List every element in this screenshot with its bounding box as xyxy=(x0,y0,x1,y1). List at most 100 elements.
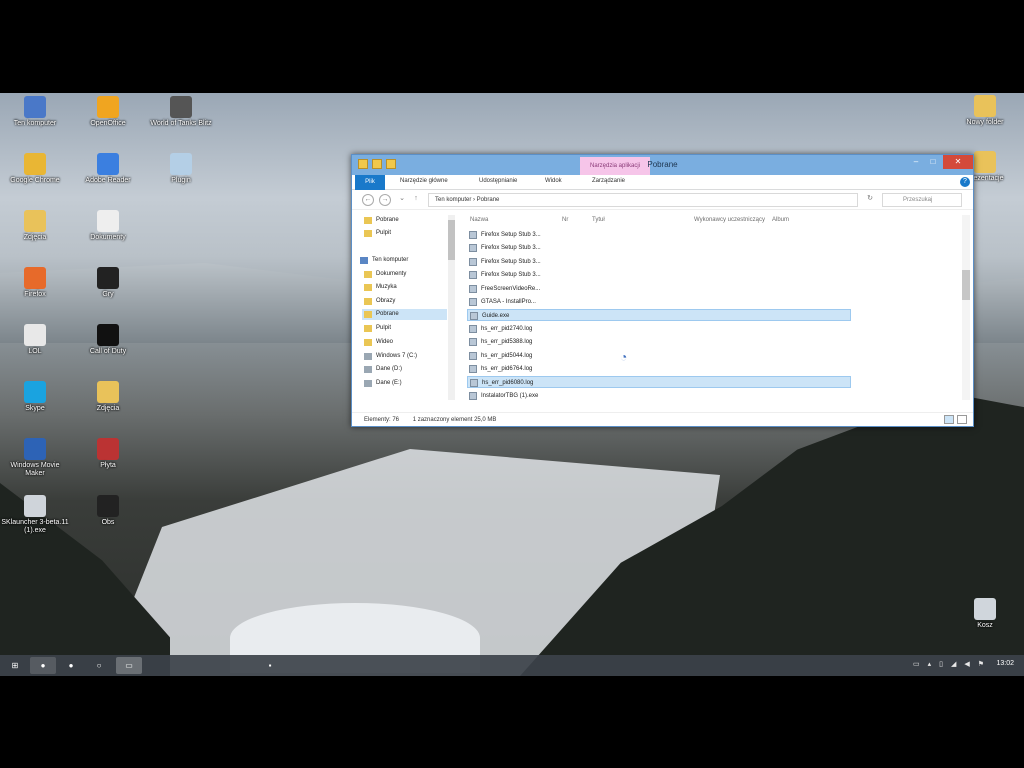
file-row[interactable]: Firefox Setup Stub 3... xyxy=(467,242,557,254)
desktop-shortcut[interactable]: Dokumenty xyxy=(73,210,143,242)
explorer-icon[interactable]: ▭ xyxy=(116,657,142,674)
nav-item[interactable]: Dane (E:) xyxy=(362,378,402,389)
refresh-icon[interactable]: ↻ xyxy=(864,194,876,206)
file-icon xyxy=(469,271,477,280)
nav-item[interactable]: Pobrane xyxy=(362,309,447,320)
show-hidden-icon[interactable]: ▴ xyxy=(928,660,932,668)
clock[interactable]: 13:02 xyxy=(996,660,1014,667)
file-icon xyxy=(470,379,478,388)
desktop-shortcut[interactable]: Zdjęcia xyxy=(73,381,143,413)
tab-view[interactable]: Widok xyxy=(545,178,562,184)
file-row[interactable]: hs_err_pid6080.log xyxy=(467,376,851,389)
network-icon[interactable]: ◢ xyxy=(951,660,956,668)
desktop-shortcut[interactable]: Kosz xyxy=(950,598,1020,630)
column-header-name[interactable]: Nazwa xyxy=(470,217,488,223)
nav-item-label: Windows 7 (C:) xyxy=(376,353,418,359)
desktop-shortcut[interactable]: Płyta xyxy=(73,438,143,470)
volume-icon[interactable]: ◀ xyxy=(964,660,969,668)
keyboard-icon[interactable]: ▭ xyxy=(913,660,920,668)
search-input[interactable]: Przeszukaj xyxy=(882,193,962,207)
flag-icon[interactable]: ⚑ xyxy=(978,660,984,668)
column-header-artists[interactable]: Wykonawcy uczestniczący xyxy=(694,217,765,223)
explorer-window[interactable]: Narzędzia aplikacji Pobrane – □ ✕ Plik N… xyxy=(351,154,974,427)
nav-item-label: Ten komputer xyxy=(372,257,409,263)
file-row[interactable]: FreeScreenVideoRe... xyxy=(467,283,557,295)
desktop-shortcut[interactable]: Ten komputer xyxy=(0,96,70,128)
nav-scrollbar[interactable] xyxy=(448,215,455,400)
nav-item-label: Pobrane xyxy=(376,311,399,317)
tab-file[interactable]: Plik xyxy=(355,175,385,190)
chrome-icon[interactable]: ● xyxy=(30,657,56,674)
file-row[interactable]: InstalatorTBG (1).exe xyxy=(467,390,557,402)
file-row[interactable]: Firefox Setup Stub 3... xyxy=(467,269,557,281)
file-name: hs_err_pid5044.log xyxy=(481,352,533,359)
file-row[interactable]: GTASA - InstallPro... xyxy=(467,296,557,308)
busy-cursor-icon: ◔ xyxy=(620,350,628,364)
help-icon[interactable]: ? xyxy=(960,177,970,187)
battery-icon[interactable]: ▯ xyxy=(939,660,943,668)
desktop-shortcut[interactable]: Google Chrome xyxy=(0,153,70,185)
address-bar[interactable]: Ten komputer › Pobrane xyxy=(428,193,858,207)
file-row[interactable]: hs_err_pid5044.log xyxy=(467,350,557,362)
desktop-shortcut[interactable]: Call of Duty xyxy=(73,324,143,356)
file-row[interactable]: hs_err_pid5388.log xyxy=(467,336,557,348)
file-row[interactable]: Guide.exe xyxy=(467,309,851,322)
folder-icon xyxy=(364,339,372,346)
tab-home[interactable]: Narzędzie główne xyxy=(400,178,448,184)
desktop-shortcut[interactable]: OpenOffice xyxy=(73,96,143,128)
start-icon[interactable]: ⊞ xyxy=(2,657,28,674)
desktop-shortcut-label: Windows Movie Maker xyxy=(10,462,60,477)
desktop-shortcut[interactable]: Gry xyxy=(73,267,143,299)
forward-arrow-icon[interactable]: → xyxy=(379,194,391,206)
back-arrow-icon[interactable]: ← xyxy=(362,194,374,206)
file-name: Firefox Setup Stub 3... xyxy=(481,232,541,238)
nav-item[interactable]: Wideo xyxy=(362,337,393,348)
desktop-shortcut[interactable]: Obs xyxy=(73,495,143,527)
nav-item[interactable]: Dane (D:) xyxy=(362,364,402,375)
desktop-shortcut[interactable]: Adobe Reader xyxy=(73,153,143,185)
minimize-icon[interactable]: – xyxy=(909,155,923,169)
large-icons-view-icon[interactable] xyxy=(957,415,967,424)
file-row[interactable]: Firefox Setup Stub 3... xyxy=(467,256,557,268)
desktop-shortcut-label: Obs xyxy=(101,519,115,526)
details-view-icon[interactable] xyxy=(944,415,954,424)
desktop-shortcut[interactable]: Windows Movie Maker xyxy=(0,438,70,478)
file-icon xyxy=(469,365,477,373)
close-icon[interactable]: ✕ xyxy=(943,155,973,169)
nav-item[interactable]: Pobrane xyxy=(362,215,399,226)
column-header-number[interactable]: Nr xyxy=(562,217,568,223)
desktop-shortcut[interactable]: LOL xyxy=(0,324,70,356)
file-row[interactable]: Firefox Setup Stub 3... xyxy=(467,229,557,241)
nav-item[interactable]: Dokumenty xyxy=(362,269,406,280)
desktop-shortcut[interactable]: World of Tanks Blitz xyxy=(146,96,216,128)
tab-manage[interactable]: Zarządzanie xyxy=(592,178,625,184)
desktop-shortcut[interactable]: Firefox xyxy=(0,267,70,299)
skype-icon xyxy=(24,381,46,403)
nav-item[interactable]: Muzyka xyxy=(362,282,397,293)
desktop-shortcut[interactable]: Zdjęcia xyxy=(0,210,70,242)
nav-item[interactable]: Ten komputer xyxy=(358,255,408,266)
file-row[interactable]: hs_err_pid6764.log xyxy=(467,363,557,375)
nav-item[interactable]: Obrazy xyxy=(362,296,395,307)
file-row[interactable]: hs_err_pid2740.log xyxy=(467,323,557,335)
desktop-shortcut[interactable]: SKlauncher 3-beta.11 (1).exe xyxy=(0,495,70,535)
obs-icon[interactable]: ● xyxy=(58,657,84,674)
nav-item[interactable]: Pulpit xyxy=(362,323,391,334)
tab-share[interactable]: Udostępnianie xyxy=(479,178,517,184)
desktop-shortcut-label: Płyta xyxy=(100,462,116,469)
taskbar-app-icon[interactable]: ▪ xyxy=(260,657,280,674)
window-titlebar[interactable]: Narzędzia aplikacji Pobrane – □ ✕ xyxy=(352,155,973,175)
column-header-title[interactable]: Tytuł xyxy=(592,217,605,223)
up-arrow-icon[interactable]: ↑ xyxy=(410,194,422,206)
desktop-shortcut[interactable]: Skype xyxy=(0,381,70,413)
tanks-icon xyxy=(170,96,192,118)
file-list-scrollbar[interactable] xyxy=(962,215,970,400)
nav-item[interactable]: Pulpit xyxy=(362,228,391,239)
desktop-shortcut[interactable]: Plugin xyxy=(146,153,216,185)
media-icon[interactable]: ○ xyxy=(86,657,112,674)
desktop-shortcut[interactable]: Nowy folder xyxy=(950,95,1020,127)
maximize-icon[interactable]: □ xyxy=(926,155,940,169)
nav-item[interactable]: Windows 7 (C:) xyxy=(362,351,417,362)
column-header-album[interactable]: Album xyxy=(772,217,789,223)
chevron-down-icon[interactable]: ⌄ xyxy=(396,194,408,206)
